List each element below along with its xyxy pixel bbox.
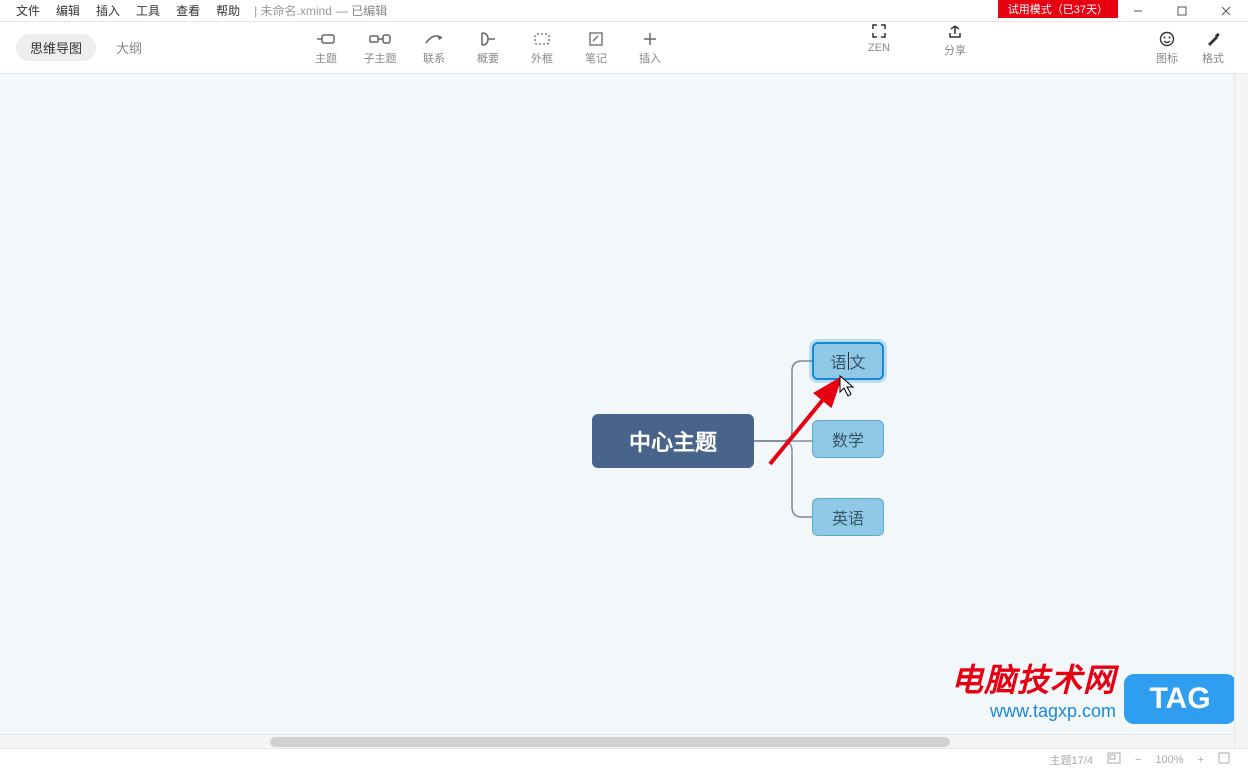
connectors (0, 74, 1248, 748)
share-label: 分享 (944, 42, 966, 58)
fit-icon[interactable] (1218, 752, 1230, 767)
menu-help[interactable]: 帮助 (208, 0, 248, 21)
summary-label: 概要 (477, 50, 499, 66)
status-bar: 主题17/4 − 100% + (0, 748, 1248, 770)
watermark-url: www.tagxp.com (951, 701, 1116, 722)
note-button[interactable]: 笔记 (570, 22, 622, 73)
toolbar-main-group: 主题 子主题 联系 概要 外框 笔记 插入 (300, 22, 676, 73)
zoom-out-button[interactable]: − (1135, 754, 1141, 766)
topic-icon (316, 30, 336, 48)
relation-icon (424, 30, 444, 48)
horizontal-scrollbar[interactable] (0, 734, 1248, 748)
subtopic-icon (369, 30, 391, 48)
note-label: 笔记 (585, 50, 607, 66)
summary-icon (479, 30, 497, 48)
trial-badge[interactable]: 试用模式（已37天） (998, 0, 1118, 18)
topic-button[interactable]: 主题 (300, 22, 352, 73)
zoom-level[interactable]: 100% (1155, 754, 1183, 766)
summary-button[interactable]: 概要 (462, 22, 514, 73)
titlebar: 文件 编辑 插入 工具 查看 帮助 | 未命名.xmind — 已编辑 试用模式… (0, 0, 1248, 22)
plus-icon (643, 30, 657, 48)
share-icon (947, 22, 963, 40)
node-text-part2: 文 (850, 349, 866, 373)
menu-insert[interactable]: 插入 (88, 0, 128, 21)
format-label: 格式 (1202, 50, 1224, 66)
subtopic-shuxue[interactable]: 数学 (812, 420, 884, 458)
boundary-button[interactable]: 外框 (516, 22, 568, 73)
menu-file[interactable]: 文件 (8, 0, 48, 21)
boundary-label: 外框 (531, 50, 553, 66)
topic-label: 主题 (315, 50, 337, 66)
note-icon (588, 30, 604, 48)
window-controls (1116, 0, 1248, 22)
insert-button[interactable]: 插入 (624, 22, 676, 73)
horizontal-scrollbar-thumb[interactable] (270, 737, 950, 747)
central-topic[interactable]: 中心主题 (592, 414, 754, 468)
close-button[interactable] (1204, 0, 1248, 22)
zen-label: ZEN (868, 42, 890, 54)
canvas[interactable]: 中心主题 语文 数学 英语 电脑技术网 www.tagxp.com TAG (0, 74, 1248, 748)
relation-button[interactable]: 联系 (408, 22, 460, 73)
zoom-in-button[interactable]: + (1198, 754, 1204, 766)
menu-bar: 文件 编辑 插入 工具 查看 帮助 (0, 0, 248, 21)
subtopic-yuwen[interactable]: 语文 (812, 342, 884, 380)
insert-label: 插入 (639, 50, 661, 66)
relation-label: 联系 (423, 50, 445, 66)
text-caret (848, 352, 849, 370)
status-topic-count: 主题17/4 (1050, 752, 1093, 768)
toolbar-right-group: ZEN 分享 (856, 22, 978, 73)
toolbar-panel-group: 图标 格式 (1144, 22, 1236, 73)
sticker-button[interactable]: 图标 (1144, 30, 1190, 66)
zen-button[interactable]: ZEN (856, 22, 902, 73)
file-status: — 已编辑 (336, 2, 387, 19)
menu-edit[interactable]: 编辑 (48, 0, 88, 21)
watermark-title: 电脑技术网 (951, 655, 1116, 701)
maximize-button[interactable] (1160, 0, 1204, 22)
subtopic-button[interactable]: 子主题 (354, 22, 406, 73)
fullscreen-icon (871, 22, 887, 40)
boundary-icon (533, 30, 551, 48)
subtopic-yingyu[interactable]: 英语 (812, 498, 884, 536)
menu-view[interactable]: 查看 (168, 0, 208, 21)
format-button[interactable]: 格式 (1190, 30, 1236, 66)
view-tabs: 思维导图 大纲 (0, 34, 152, 61)
share-button[interactable]: 分享 (932, 22, 978, 73)
tab-outline[interactable]: 大纲 (106, 34, 152, 61)
node-text-part1: 语 (830, 349, 846, 373)
watermark: 电脑技术网 www.tagxp.com (951, 655, 1116, 722)
tag-badge: TAG (1124, 674, 1236, 724)
smile-icon (1159, 30, 1175, 48)
brush-icon (1205, 30, 1221, 48)
toolbar: 思维导图 大纲 主题 子主题 联系 概要 外框 笔记 插入 (0, 22, 1248, 74)
tab-mindmap[interactable]: 思维导图 (16, 34, 96, 61)
vertical-scrollbar[interactable] (1234, 74, 1248, 748)
file-name: | 未命名.xmind (254, 2, 332, 19)
menu-tools[interactable]: 工具 (128, 0, 168, 21)
map-overview-icon[interactable] (1107, 752, 1121, 767)
minimize-button[interactable] (1116, 0, 1160, 22)
subtopic-label: 子主题 (364, 50, 397, 66)
sticker-label: 图标 (1156, 50, 1178, 66)
